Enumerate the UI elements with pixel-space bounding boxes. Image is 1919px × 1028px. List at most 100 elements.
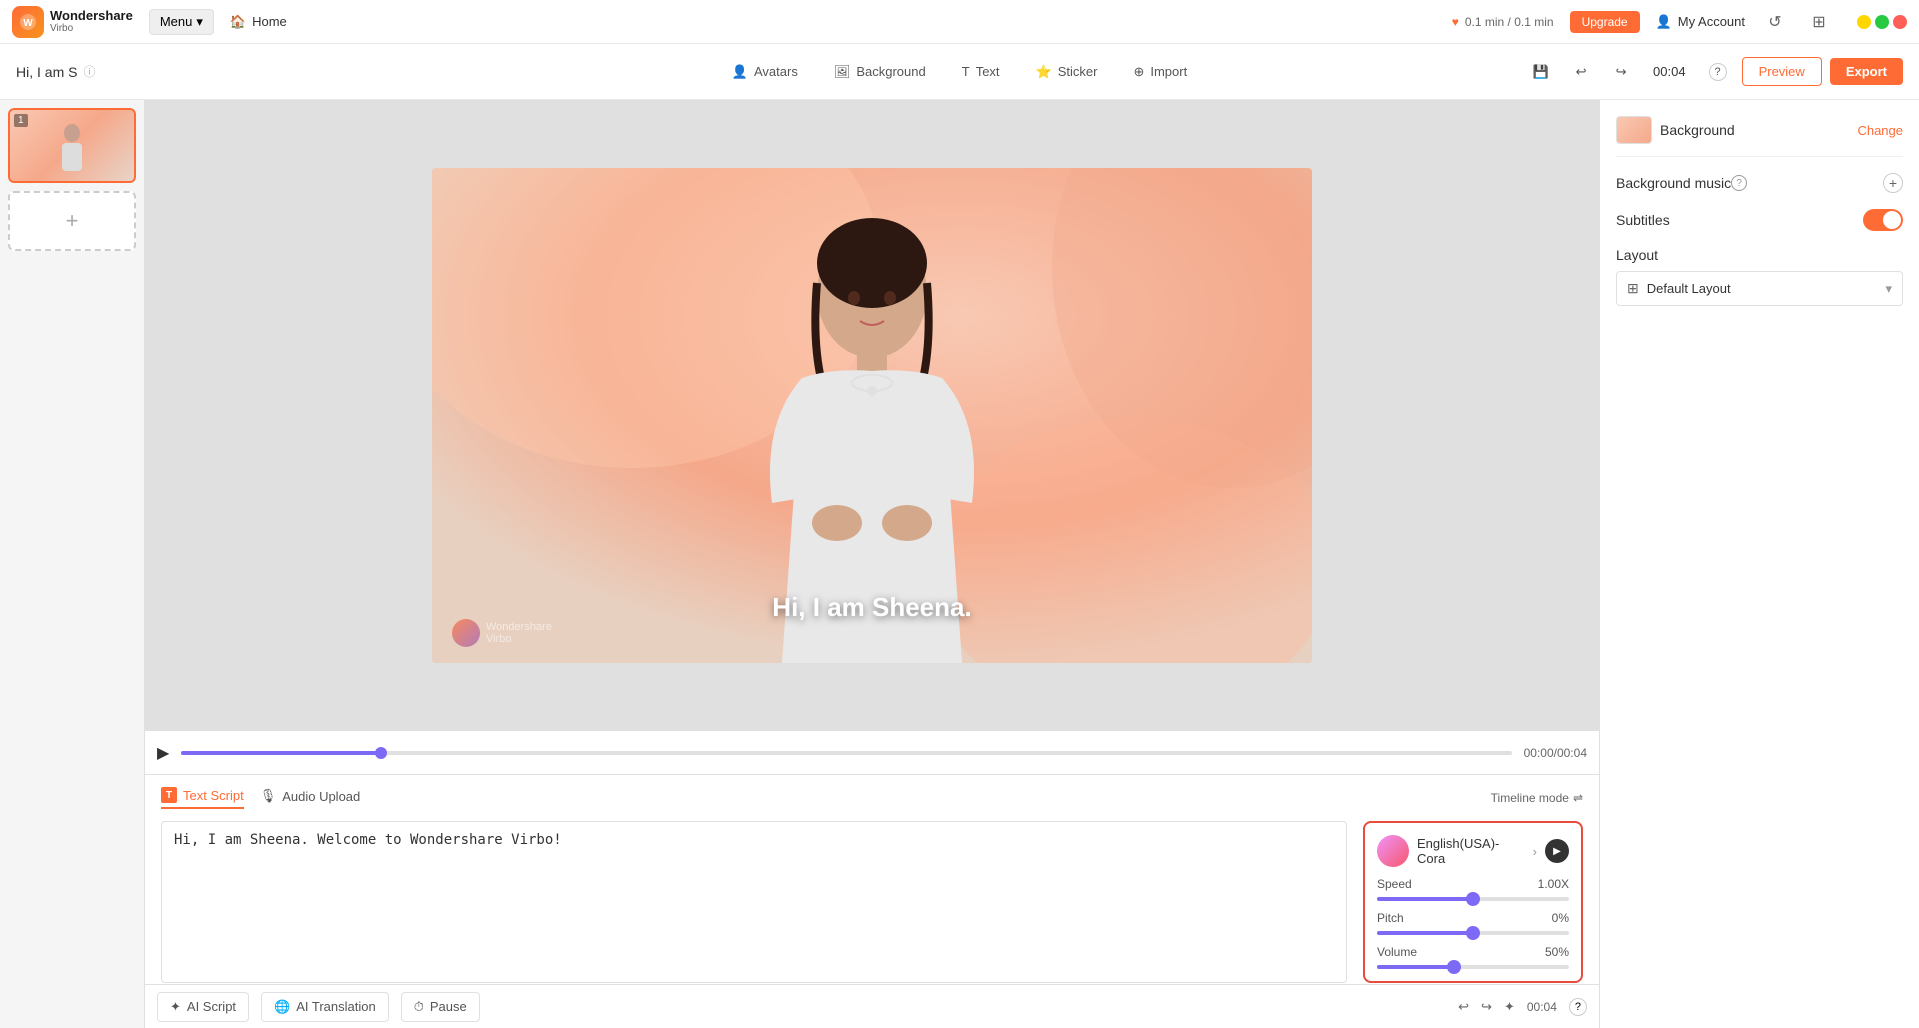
play-button[interactable]: ▶ (157, 743, 169, 763)
timeline-mode-button[interactable]: Timeline mode ⇌ (1491, 791, 1583, 805)
pitch-slider[interactable] (1377, 931, 1569, 935)
toolbar-right: 💾 ↩ ↪ 00:04 ? Preview Export (1525, 56, 1903, 88)
layout-name: Default Layout (1647, 281, 1878, 296)
history-button[interactable]: ↺ (1761, 8, 1789, 36)
import-button[interactable]: ⊕ Import (1117, 56, 1203, 88)
speed-thumb[interactable] (1466, 892, 1480, 906)
volume-slider[interactable] (1377, 965, 1569, 969)
account-button[interactable]: 👤 My Account (1656, 14, 1745, 30)
sticker-button[interactable]: ⭐ Sticker (1020, 56, 1114, 88)
heart-icon: ♥ (1452, 15, 1459, 29)
progress-bar[interactable] (181, 751, 1511, 755)
logo-icon: W (12, 6, 44, 38)
logo: W Wondershare Virbo (12, 6, 133, 38)
video-canvas: Hi, I am Sheena. WondershareVirbo (145, 100, 1599, 730)
watermark-icon (452, 619, 480, 647)
timeline-mode-icon: ⇌ (1573, 791, 1583, 805)
time-code: 00:00/00:04 (1524, 746, 1587, 760)
layout-label: Layout (1616, 247, 1903, 263)
svg-text:W: W (23, 18, 33, 29)
redo-icon: ↪ (1616, 64, 1627, 80)
volume-thumb[interactable] (1447, 960, 1461, 974)
text-script-tab[interactable]: T Text Script (161, 787, 244, 809)
bottom-help-button[interactable]: ? (1569, 998, 1587, 1016)
background-icon: 🖼 (834, 64, 851, 80)
subtitles-section: Subtitles (1616, 209, 1903, 231)
layout-selector[interactable]: ⊞ Default Layout ▾ (1616, 271, 1903, 306)
volume-value: 50% (1545, 945, 1569, 959)
layout-grid-icon: ⊞ (1627, 280, 1639, 297)
text-button[interactable]: T Text (946, 56, 1016, 87)
slide-number: 1 (14, 114, 28, 127)
ai-script-button[interactable]: ✦ AI Script (157, 992, 249, 1022)
script-tabs: T Text Script 🎙 Audio Upload Timeline mo… (161, 787, 1583, 809)
redo-bottom-button[interactable]: ↪ (1481, 999, 1492, 1015)
add-music-button[interactable]: + (1883, 173, 1903, 193)
import-icon: ⊕ (1133, 64, 1144, 80)
avatars-button[interactable]: 👤 Avatars (716, 56, 814, 88)
slides-panel: 1 + (0, 100, 145, 1028)
volume-control: Volume 50% (1377, 945, 1569, 969)
music-help-icon[interactable]: ? (1731, 175, 1747, 191)
main-toolbar: Hi, I am S ⓘ 👤 Avatars 🖼 Background T Te… (0, 44, 1919, 100)
subtitles-toggle[interactable] (1863, 209, 1903, 231)
upgrade-button[interactable]: Upgrade (1570, 11, 1640, 33)
script-content: English(USA)-Cora › ▶ Speed 1.00X (161, 821, 1583, 983)
pitch-value: 0% (1552, 911, 1569, 925)
pause-button[interactable]: ⏱ Pause (401, 992, 480, 1022)
text-script-icon: T (161, 787, 177, 803)
close-button[interactable] (1893, 15, 1907, 29)
progress-handle[interactable] (375, 747, 387, 759)
export-button[interactable]: Export (1830, 58, 1903, 85)
background-music-label: Background music (1616, 175, 1731, 191)
voice-play-button[interactable]: ▶ (1545, 839, 1569, 863)
speed-fill (1377, 897, 1473, 901)
watermark: WondershareVirbo (452, 619, 552, 647)
speed-slider[interactable] (1377, 897, 1569, 901)
undo-icon: ↩ (1576, 64, 1587, 80)
pitch-fill (1377, 931, 1473, 935)
sticker-icon: ⭐ (1036, 64, 1052, 80)
watermark-text: WondershareVirbo (486, 621, 552, 645)
chevron-down-icon: ▾ (196, 14, 203, 30)
add-slide-button[interactable]: + (8, 191, 136, 251)
home-icon: 🏠 (230, 14, 246, 30)
menu-button[interactable]: Menu ▾ (149, 9, 214, 35)
pitch-control: Pitch 0% (1377, 911, 1569, 935)
voice-avatar (1377, 835, 1409, 867)
background-tool-button[interactable]: 🖼 Background (818, 56, 942, 88)
speed-control: Speed 1.00X (1377, 877, 1569, 901)
progress-fill (181, 751, 381, 755)
save-button[interactable]: 💾 (1525, 56, 1557, 88)
script-textarea[interactable] (161, 821, 1347, 983)
slide-thumbnail: 1 (8, 108, 136, 183)
volume-fill (1377, 965, 1454, 969)
redo-button[interactable]: ↪ (1605, 56, 1637, 88)
undo-bottom-button[interactable]: ↩ (1458, 999, 1469, 1015)
audio-upload-tab[interactable]: 🎙 Audio Upload (260, 788, 361, 808)
undo-button[interactable]: ↩ (1565, 56, 1597, 88)
maximize-button[interactable] (1875, 15, 1889, 29)
background-color-preview (1616, 116, 1652, 144)
volume-label: Volume (1377, 945, 1417, 959)
home-button[interactable]: 🏠 Home (230, 14, 287, 30)
magic-wand-button[interactable]: ✦ (1504, 999, 1515, 1015)
timeline-bar: ▶ 00:00/00:04 (145, 730, 1599, 774)
pitch-label: Pitch (1377, 911, 1404, 925)
info-icon: ⓘ (83, 63, 95, 80)
background-section: Background Change (1616, 116, 1903, 157)
main-layout: 1 + (0, 100, 1919, 1028)
grid-button[interactable]: ⊞ (1805, 8, 1833, 36)
voice-expand-icon[interactable]: › (1533, 844, 1537, 859)
preview-button[interactable]: Preview (1742, 57, 1822, 86)
background-music-section: Background music ? + (1616, 173, 1903, 193)
help-button[interactable]: ? (1702, 56, 1734, 88)
pitch-thumb[interactable] (1466, 926, 1480, 940)
top-navbar: W Wondershare Virbo Menu ▾ 🏠 Home ♥ 0.1 … (0, 0, 1919, 44)
ai-translation-button[interactable]: 🌐 AI Translation (261, 992, 389, 1022)
minimize-button[interactable] (1857, 15, 1871, 29)
subtitle-display: Hi, I am Sheena. (772, 592, 971, 623)
slide-item[interactable]: 1 (8, 108, 136, 183)
account-icon: 👤 (1656, 14, 1672, 30)
change-background-button[interactable]: Change (1857, 123, 1903, 138)
